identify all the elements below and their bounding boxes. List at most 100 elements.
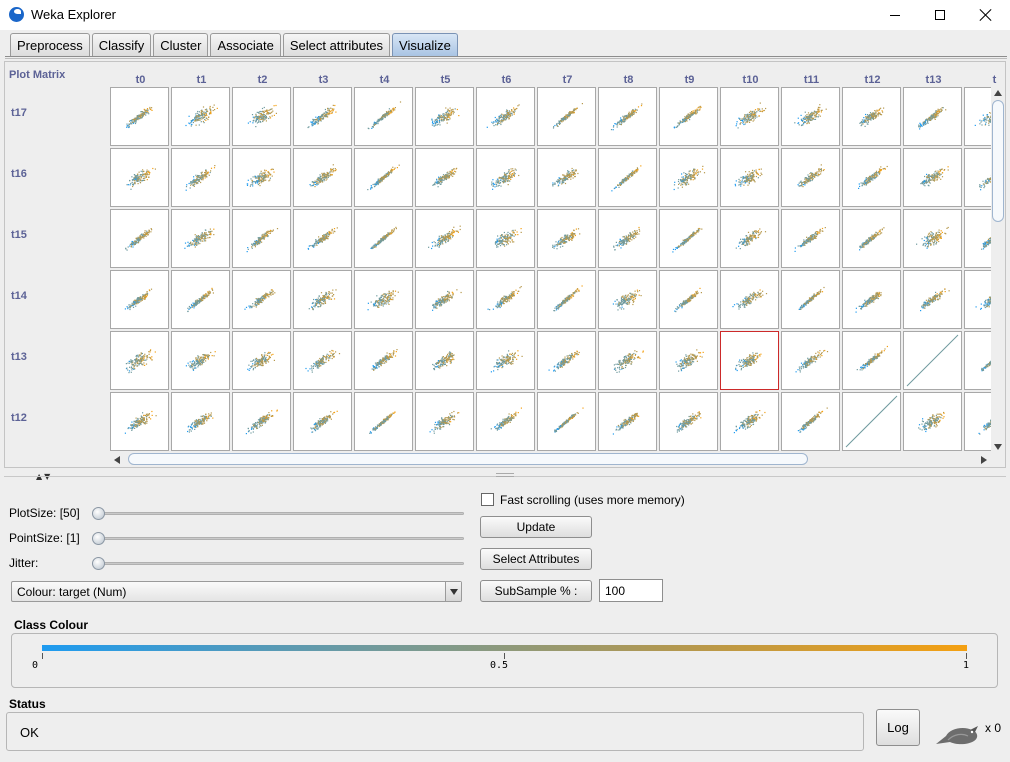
scatter-plot-cell[interactable] [110, 87, 169, 146]
scatter-plot-cell[interactable] [659, 270, 718, 329]
scroll-up-icon[interactable] [994, 90, 1002, 96]
scroll-left-icon[interactable] [114, 456, 120, 464]
scatter-plot-cell[interactable] [293, 270, 352, 329]
scatter-plot-cell[interactable] [171, 331, 230, 390]
scatter-plot-cell[interactable] [354, 392, 413, 451]
scatter-plot-cell[interactable] [720, 270, 779, 329]
select-attributes-button[interactable]: Select Attributes [480, 548, 592, 570]
scatter-plot-cell[interactable] [964, 331, 991, 390]
scatter-plot-cell[interactable] [415, 392, 474, 451]
scatter-plot-cell[interactable] [903, 331, 962, 390]
scatter-plot-cell[interactable] [598, 392, 657, 451]
scatter-plot-cell[interactable] [110, 392, 169, 451]
tab-associate[interactable]: Associate [210, 33, 281, 56]
scatter-plot-cell[interactable] [537, 392, 596, 451]
scatter-plot-cell[interactable] [293, 209, 352, 268]
scatter-plot-cell[interactable] [476, 392, 535, 451]
scatter-plot-cell[interactable] [537, 331, 596, 390]
scatter-plot-cell[interactable] [781, 87, 840, 146]
plot-size-slider[interactable] [92, 512, 464, 515]
scatter-plot-cell[interactable] [842, 87, 901, 146]
scatter-plot-cell[interactable] [476, 331, 535, 390]
point-size-slider[interactable] [92, 537, 464, 540]
scatter-plot-cell[interactable] [171, 209, 230, 268]
scatter-plot-cell[interactable] [293, 331, 352, 390]
scatter-plot-cell[interactable] [415, 148, 474, 207]
scatter-plot-cell[interactable] [476, 270, 535, 329]
scatter-plot-cell[interactable] [903, 148, 962, 207]
point-size-knob[interactable] [92, 532, 105, 545]
scatter-plot-cell[interactable] [659, 148, 718, 207]
fast-scrolling-checkbox[interactable] [481, 493, 494, 506]
scatter-plot-cell[interactable] [659, 87, 718, 146]
subsample-button[interactable]: SubSample % : [480, 580, 592, 602]
scatter-plot-cell[interactable] [171, 148, 230, 207]
scatter-plot-cell[interactable] [293, 87, 352, 146]
scatter-plot-cell[interactable] [232, 331, 291, 390]
scatter-plot-cell[interactable] [232, 270, 291, 329]
log-button[interactable]: Log [876, 709, 920, 746]
scatter-plot-cell[interactable] [476, 209, 535, 268]
fast-scrolling-label[interactable]: Fast scrolling (uses more memory) [500, 493, 685, 507]
horizontal-scroll-thumb[interactable] [128, 453, 808, 465]
scatter-plot-cell[interactable] [781, 148, 840, 207]
scatter-plot-cell[interactable] [598, 270, 657, 329]
scatter-plot-cell[interactable] [659, 392, 718, 451]
scatter-plot-cell[interactable] [232, 148, 291, 207]
maximize-button[interactable] [917, 0, 963, 30]
scatter-plot-cell[interactable] [171, 392, 230, 451]
scatter-plot-cell[interactable] [964, 148, 991, 207]
scatter-plot-cell[interactable] [476, 148, 535, 207]
chevron-down-icon[interactable] [445, 582, 461, 601]
scatter-plot-cell[interactable] [964, 270, 991, 329]
scatter-plot-cell[interactable] [842, 331, 901, 390]
scatter-plot-cell[interactable] [476, 87, 535, 146]
scatter-plot-cell[interactable] [720, 87, 779, 146]
scatter-plot-cell[interactable] [232, 87, 291, 146]
tab-cluster[interactable]: Cluster [153, 33, 209, 56]
jitter-slider[interactable] [92, 562, 464, 565]
scatter-plot-cell[interactable] [842, 392, 901, 451]
scatter-plot-cell[interactable] [110, 331, 169, 390]
scatter-plot-cell[interactable] [415, 331, 474, 390]
scatter-plot-cell[interactable] [781, 209, 840, 268]
scatter-plot-cell[interactable] [720, 148, 779, 207]
scatter-plot-cell[interactable] [110, 148, 169, 207]
scatter-plot-cell[interactable] [110, 270, 169, 329]
scatter-plot-cell[interactable] [903, 87, 962, 146]
scatter-plot-cell[interactable] [171, 87, 230, 146]
scatter-plot-cell[interactable] [720, 209, 779, 268]
scatter-plot-cell[interactable] [659, 209, 718, 268]
tab-visualize[interactable]: Visualize [392, 33, 458, 56]
scatter-plot-cell[interactable] [903, 270, 962, 329]
vertical-scrollbar[interactable] [991, 87, 1005, 453]
scatter-plot-cell[interactable] [110, 209, 169, 268]
vertical-scroll-thumb[interactable] [992, 100, 1004, 222]
scatter-plot-cell[interactable] [415, 87, 474, 146]
minimize-button[interactable] [872, 0, 918, 30]
scatter-plot-cell[interactable] [842, 209, 901, 268]
scatter-plot-cell[interactable] [903, 392, 962, 451]
scatter-plot-cell[interactable] [415, 270, 474, 329]
scatter-plot-cell[interactable] [537, 270, 596, 329]
scatter-plot-cell[interactable] [354, 331, 413, 390]
scatter-plot-cell[interactable] [293, 392, 352, 451]
scatter-plot-cell[interactable] [842, 148, 901, 207]
scatter-plot-cell[interactable] [720, 331, 779, 390]
scatter-plot-cell[interactable] [781, 392, 840, 451]
scatter-plot-cell[interactable] [293, 148, 352, 207]
scatter-plot-cell[interactable] [598, 148, 657, 207]
tab-classify[interactable]: Classify [91, 33, 152, 56]
scroll-right-icon[interactable] [981, 456, 987, 464]
splitter-grip-icon[interactable] [496, 473, 514, 477]
scatter-plot-cell[interactable] [598, 209, 657, 268]
scatter-plot-cell[interactable] [232, 209, 291, 268]
scatter-plot-cell[interactable] [598, 331, 657, 390]
scatter-plot-cell[interactable] [354, 209, 413, 268]
scatter-plot-cell[interactable] [720, 392, 779, 451]
close-button[interactable] [963, 0, 1009, 30]
scatter-plot-cell[interactable] [842, 270, 901, 329]
scatter-plot-cell[interactable] [964, 209, 991, 268]
plot-size-knob[interactable] [92, 507, 105, 520]
jitter-knob[interactable] [92, 557, 105, 570]
